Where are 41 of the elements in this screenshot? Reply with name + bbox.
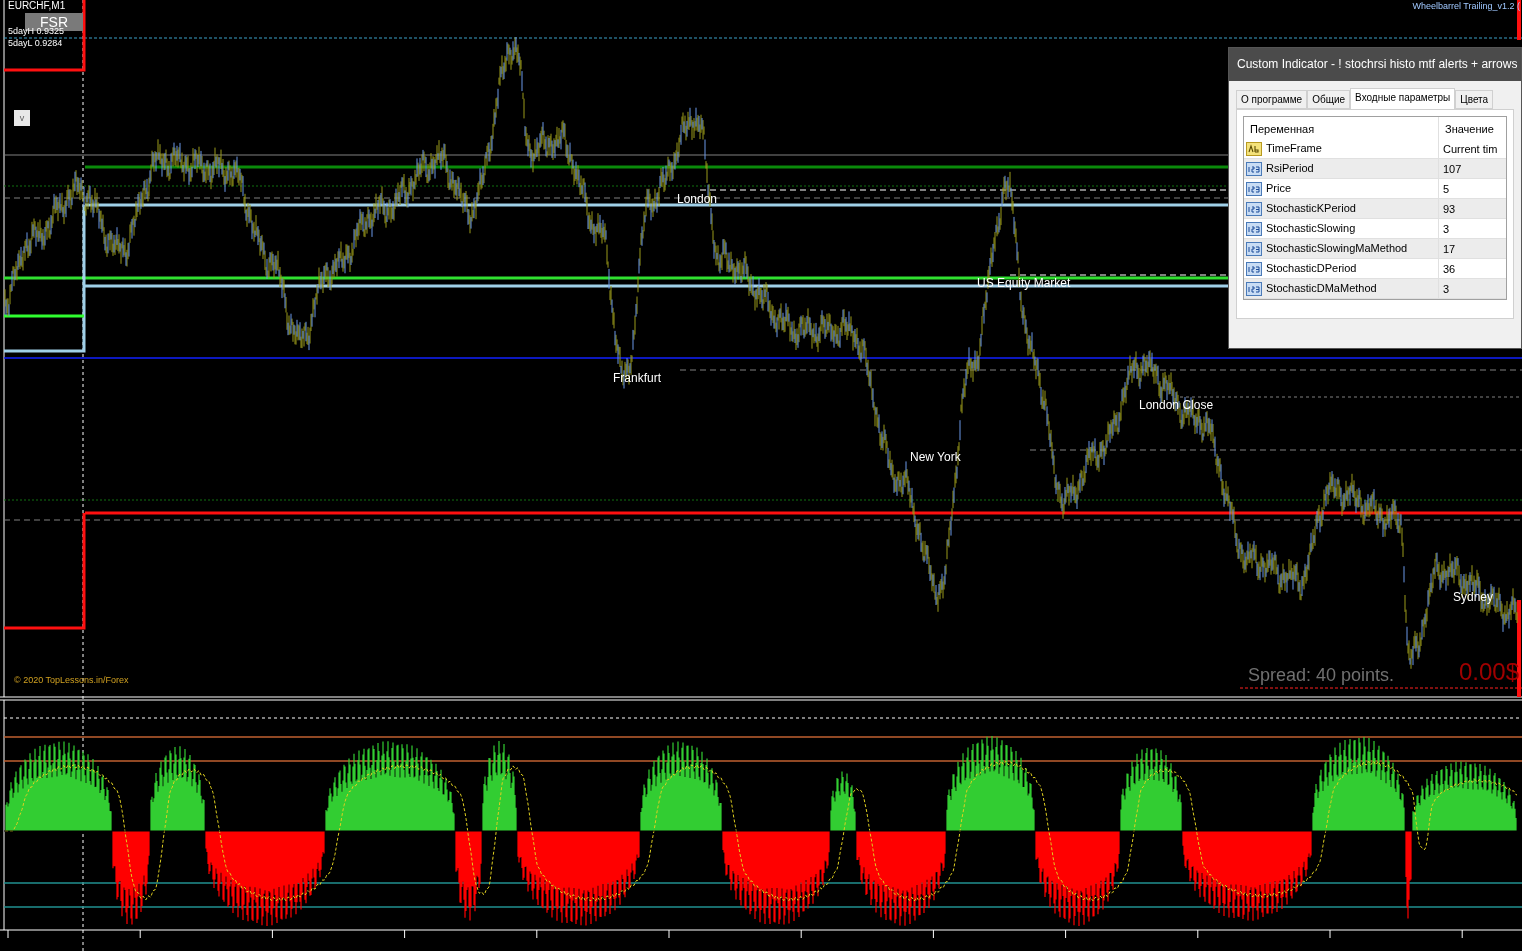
session-label: New York [910,451,961,463]
dialog-tab[interactable]: Общие [1307,90,1351,109]
session-label: London [677,193,718,205]
dialog-title: Custom Indicator - ! stochrsi histo mtf alerts + arrows [1229,48,1521,81]
parameter-value[interactable]: Current tim [1438,139,1506,158]
parameter-name: StochasticDPeriod [1266,261,1357,277]
chart-symbol: EURCHF,M1 [8,1,66,11]
parameter-value[interactable]: 36 [1438,259,1506,278]
number-type-icon [1246,281,1262,296]
parameter-name: StochasticDMaMethod [1266,281,1377,297]
toggle-button[interactable]: v [14,110,30,126]
expert-label: Wheelbarrel Trailing_v1.2 ( [1412,2,1520,11]
number-type-icon [1246,181,1262,196]
dialog-tab[interactable]: О программе [1236,90,1308,109]
parameter-name: RsiPeriod [1266,161,1314,177]
number-type-icon [1246,201,1262,216]
dialog-tab[interactable]: Цвета [1455,90,1494,109]
parameter-value[interactable]: 107 [1438,159,1506,178]
parameter-name: StochasticKPeriod [1266,201,1356,217]
low-label: 5dayL 0.9284 [8,39,63,48]
session-label: London Close [1139,399,1214,411]
number-type-icon [1246,161,1262,176]
parameter-value[interactable]: 93 [1438,199,1506,218]
parameter-name: TimeFrame [1266,141,1322,157]
number-type-icon [1246,221,1262,236]
parameter-name: StochasticSlowing [1266,221,1356,237]
parameter-value[interactable]: 17 [1438,239,1506,258]
parameter-value[interactable]: 5 [1438,179,1506,198]
column-header[interactable]: Переменная [1244,117,1438,139]
parameter-name: StochasticSlowingMaMethod [1266,241,1408,257]
dialog-tab[interactable]: Входные параметры [1350,88,1456,109]
session-label: Frankfurt [613,372,661,384]
number-type-icon [1246,261,1262,276]
parameter-value[interactable]: 3 [1438,279,1506,298]
parameter-value[interactable]: 3 [1438,219,1506,238]
session-label: Sydney [1453,591,1494,603]
parameter-name: Price [1266,181,1292,197]
number-type-icon [1246,241,1262,256]
text-type-icon [1246,141,1262,156]
copyright-text: © 2020 TopLessons.in/Forex [14,676,129,685]
spread-text: Spread: 40 points. [1248,666,1395,684]
